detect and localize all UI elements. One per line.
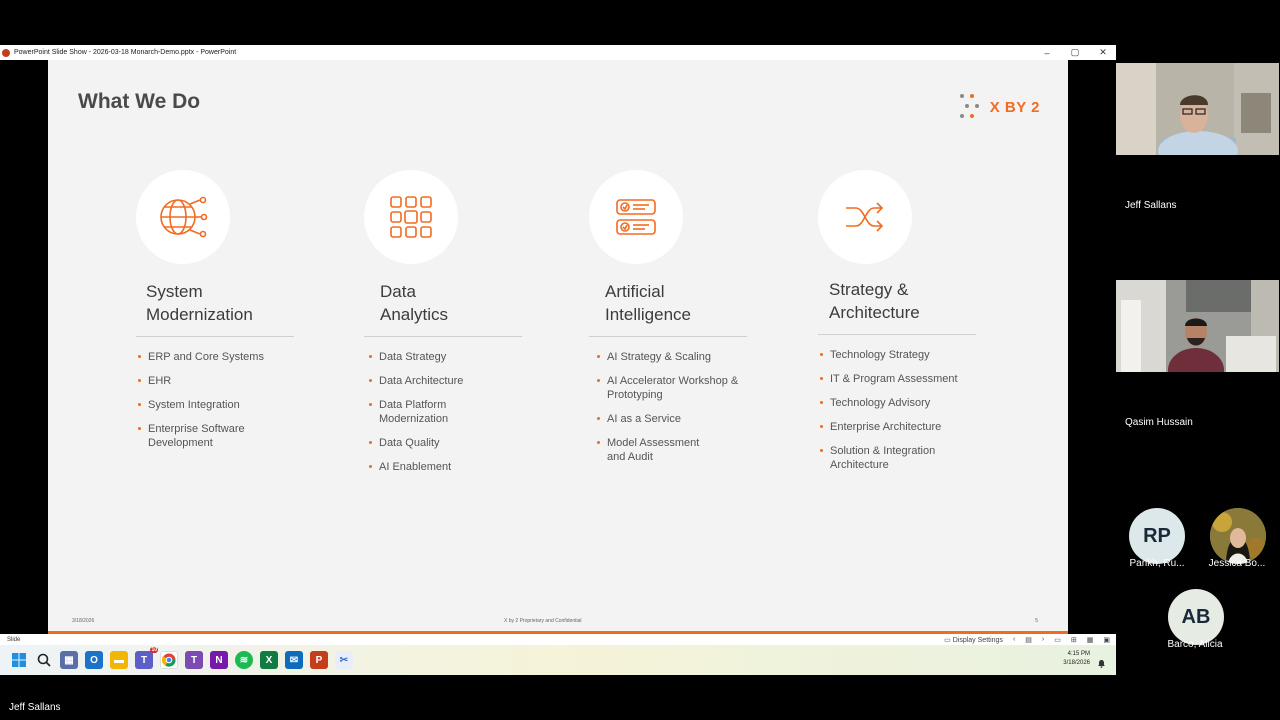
list-item: Enterprise Software Development bbox=[138, 422, 263, 450]
normal-view-icon[interactable]: ▭ bbox=[1054, 636, 1061, 644]
statusbar-controls: ▭ Display Settings ‹ ▤ › ▭ ⊞ ▦ ▣ bbox=[944, 634, 1110, 645]
slide-title: What We Do bbox=[78, 90, 201, 113]
list-item: Data Quality bbox=[369, 436, 529, 450]
column-list: Data Strategy Data Architecture Data Pla… bbox=[369, 350, 564, 474]
column-data-analytics: Data Analytics Data Strategy Data Archit… bbox=[364, 170, 564, 484]
next-slide-button[interactable]: › bbox=[1042, 636, 1044, 643]
window-controls: – ▢ ✕ bbox=[1042, 45, 1108, 60]
close-button[interactable]: ✕ bbox=[1098, 47, 1108, 58]
powerpoint-window: PowerPoint Slide Show - 2026-03-18 Monar… bbox=[0, 45, 1116, 675]
meeting-screen: PowerPoint Slide Show - 2026-03-18 Monar… bbox=[0, 0, 1280, 720]
column-artificial-intelligence: Artificial Intelligence AI Strategy & Sc… bbox=[589, 170, 789, 474]
onenote-icon[interactable]: N bbox=[210, 651, 228, 669]
slide[interactable]: What We Do X BY 2 System Modernization E… bbox=[48, 60, 1068, 634]
taskbar-icons: ▦ O ▬ T 10 T N ≋ X ✉ P ✂ bbox=[10, 647, 353, 669]
column-list: Technology Strategy IT & Program Assessm… bbox=[820, 348, 1018, 472]
spotify-icon[interactable]: ≋ bbox=[235, 651, 253, 669]
list-item: ERP and Core Systems bbox=[138, 350, 298, 364]
presenter-name: Jeff Sallans bbox=[9, 702, 61, 713]
column-title: Data Analytics bbox=[380, 282, 449, 324]
list-item: Data Strategy bbox=[369, 350, 529, 364]
column-title: System Modernization bbox=[146, 282, 253, 324]
shuffle-icon bbox=[818, 170, 912, 264]
search-icon[interactable] bbox=[35, 651, 53, 669]
maximize-button[interactable]: ▢ bbox=[1070, 47, 1080, 58]
slide-sorter-icon[interactable]: ⊞ bbox=[1071, 636, 1077, 644]
file-explorer-icon[interactable]: ▬ bbox=[110, 651, 128, 669]
logo-dots-icon bbox=[958, 92, 986, 122]
avatar[interactable]: RP bbox=[1129, 508, 1185, 564]
globe-network-icon bbox=[136, 170, 230, 264]
list-item: Data Platform Modernization bbox=[369, 398, 469, 426]
reading-view-icon[interactable]: ▦ bbox=[1087, 636, 1094, 644]
list-item: Data Architecture bbox=[369, 374, 529, 388]
participant-video-jeff[interactable] bbox=[1116, 63, 1279, 155]
minimize-button[interactable]: – bbox=[1042, 48, 1052, 58]
avatar-photo[interactable] bbox=[1210, 508, 1266, 564]
avatar[interactable]: AB bbox=[1168, 589, 1224, 645]
list-item: EHR bbox=[138, 374, 298, 388]
column-list: AI Strategy & Scaling AI Accelerator Wor… bbox=[597, 350, 789, 464]
list-item: AI as a Service bbox=[597, 412, 757, 426]
excel-icon[interactable]: X bbox=[260, 651, 278, 669]
teams-icon[interactable]: T 10 bbox=[135, 647, 158, 669]
participant-name: Qasim Hussain bbox=[1125, 417, 1193, 428]
windows-start-icon[interactable] bbox=[10, 651, 28, 669]
list-item: IT & Program Assessment bbox=[820, 372, 980, 386]
notification-bell-icon[interactable] bbox=[1097, 655, 1106, 668]
participant-name: Jessica Bo... bbox=[1208, 558, 1266, 569]
taskbar-clock[interactable]: 4:15 PM 3/18/2026 bbox=[1063, 650, 1090, 668]
chrome-icon[interactable] bbox=[160, 651, 178, 669]
list-item: AI Strategy & Scaling bbox=[597, 350, 757, 364]
outlook-icon[interactable]: O bbox=[85, 651, 103, 669]
column-title: Strategy & Architecture bbox=[829, 280, 920, 322]
column-divider bbox=[589, 336, 747, 337]
powerpoint-icon[interactable]: P bbox=[310, 651, 328, 669]
notification-badge: 10 bbox=[150, 647, 158, 653]
column-title: Artificial Intelligence bbox=[605, 282, 692, 324]
window-titlebar: PowerPoint Slide Show - 2026-03-18 Monar… bbox=[0, 45, 1116, 60]
column-divider bbox=[136, 336, 294, 337]
participant-video-qasim[interactable] bbox=[1116, 280, 1279, 372]
list-item: AI Enablement bbox=[369, 460, 529, 474]
statusbar: Slide ▭ Display Settings ‹ ▤ › ▭ ⊞ ▦ ▣ bbox=[0, 634, 1116, 645]
slide-footer-confidential: X by 2 Proprietary and Confidential bbox=[504, 618, 582, 624]
powerpoint-app-icon bbox=[2, 48, 10, 57]
window-title: PowerPoint Slide Show - 2026-03-18 Monar… bbox=[14, 49, 237, 56]
checklist-icon bbox=[589, 170, 683, 264]
task-view-icon[interactable]: ▦ bbox=[60, 651, 78, 669]
company-logo: X BY 2 bbox=[958, 92, 1040, 122]
column-divider bbox=[364, 336, 522, 337]
slide-footer-date: 3/18/2026 bbox=[72, 618, 95, 624]
participant-name: Parikh, Ru... bbox=[1129, 558, 1185, 569]
list-item: Technology Advisory bbox=[820, 396, 980, 410]
statusbar-slide-label: Slide bbox=[7, 636, 21, 643]
column-system-modernization: System Modernization ERP and Core System… bbox=[136, 170, 336, 460]
column-strategy-architecture: Strategy & Architecture Technology Strat… bbox=[818, 170, 1018, 482]
list-item: Enterprise Architecture bbox=[820, 420, 980, 434]
monitor-icon: ▭ bbox=[944, 636, 951, 644]
column-list: ERP and Core Systems EHR System Integrat… bbox=[138, 350, 336, 450]
snipping-tool-icon[interactable]: ✂ bbox=[335, 651, 353, 669]
column-divider bbox=[818, 334, 976, 335]
previous-slide-button[interactable]: ‹ bbox=[1013, 636, 1015, 643]
slide-area: What We Do X BY 2 System Modernization E… bbox=[0, 60, 1116, 634]
logo-text: X BY 2 bbox=[989, 98, 1040, 116]
participant-name: Barco, Alicia bbox=[1167, 639, 1223, 650]
slide-page-number: 5 bbox=[1035, 618, 1038, 624]
participants-panel: Jeff Sallans Qasim Hussain RP Parikh, Ru… bbox=[1116, 0, 1280, 720]
outlook-mail-icon[interactable]: ✉ bbox=[285, 651, 303, 669]
list-item: AI Accelerator Workshop & Prototyping bbox=[597, 374, 747, 402]
list-item: Solution & Integration Architecture bbox=[820, 444, 955, 472]
list-item: Model Assessment and Audit bbox=[597, 436, 712, 464]
list-item: Technology Strategy bbox=[820, 348, 980, 362]
display-settings-button[interactable]: ▭ Display Settings bbox=[944, 636, 1003, 644]
participant-name: Jeff Sallans bbox=[1125, 200, 1177, 211]
list-item: System Integration bbox=[138, 398, 298, 412]
teams-active-icon[interactable]: T bbox=[185, 651, 203, 669]
data-grid-icon bbox=[364, 170, 458, 264]
slide-menu-button[interactable]: ▤ bbox=[1025, 636, 1032, 644]
windows-taskbar: ▦ O ▬ T 10 T N ≋ X ✉ P ✂ 4:15 PM 3/18/202… bbox=[0, 645, 1116, 675]
slideshow-view-icon[interactable]: ▣ bbox=[1103, 636, 1110, 644]
